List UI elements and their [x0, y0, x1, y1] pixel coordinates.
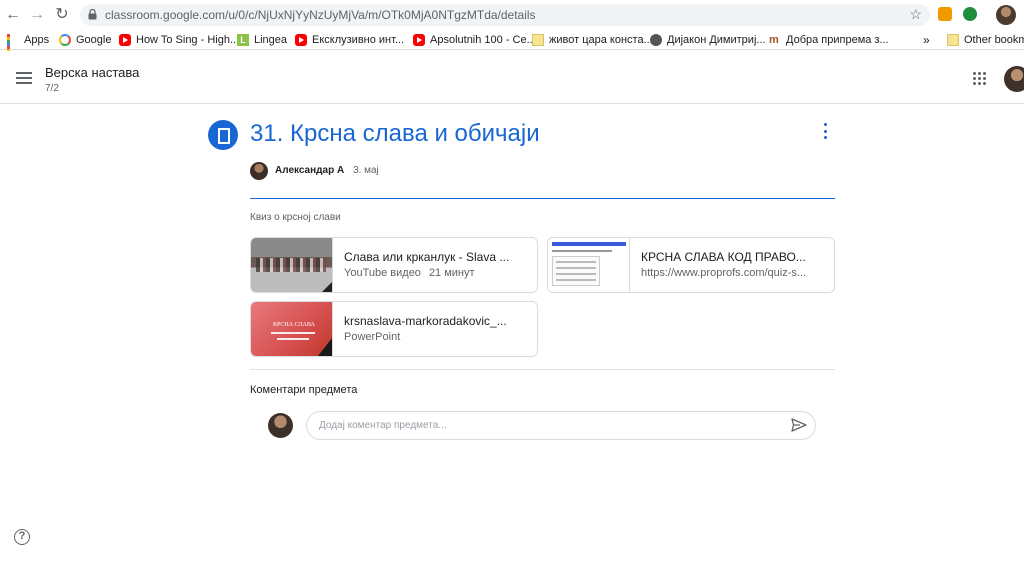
attachment-url: https://www.proprofs.com/quiz-s... — [641, 267, 807, 279]
attachment-youtube[interactable]: Слава или крканлук - Slava ... YouTube в… — [250, 237, 538, 293]
powerpoint-thumbnail: КРСНА СЛАВА — [251, 302, 333, 356]
help-icon[interactable]: ? — [14, 529, 30, 545]
browser-toolbar: ← → ↻ classroom.google.com/u/0/c/NjUxNjY… — [0, 0, 1024, 30]
bookmark-zivot-cara[interactable]: живот цара конста... — [532, 33, 653, 47]
browser-profile-avatar[interactable] — [996, 5, 1016, 25]
main-menu-icon[interactable] — [16, 72, 32, 84]
title-divider — [250, 198, 835, 199]
user-avatar — [268, 413, 293, 438]
bookmark-apsolutnih[interactable]: Apsolutnih 100 - Ce... — [413, 33, 536, 47]
bookmark-ekskluzivno[interactable]: Ексклузивно инт... — [295, 33, 404, 47]
bookmark-how-to-sing[interactable]: How To Sing - High... — [119, 33, 239, 47]
class-section: 7/2 — [45, 83, 59, 94]
attachment-subtitle: YouTube видео 21 минут — [344, 267, 475, 279]
assignment-title: 31. Крсна слава и обичаји — [250, 120, 540, 147]
bookmark-dobra-priprema[interactable]: m Добра припрема з... — [769, 33, 889, 47]
attachment-link[interactable]: КРСНА СЛАВА КОД ПРАВО... https://www.pro… — [547, 237, 835, 293]
comments-divider — [250, 369, 835, 370]
bookmark-dijakon[interactable]: Дијакон Димитриј... — [650, 33, 766, 47]
back-arrow-icon[interactable]: ← — [4, 6, 22, 24]
url-text: classroom.google.com/u/0/c/NjUxNjYyNzUyM… — [105, 8, 536, 22]
send-icon[interactable] — [791, 418, 807, 432]
extension-shield-icon[interactable] — [963, 7, 977, 21]
bookmarks-overflow-chevron[interactable]: » — [923, 33, 930, 47]
bookmark-lingea[interactable]: L Lingea — [237, 33, 287, 47]
attachment-powerpoint[interactable]: КРСНА СЛАВА krsnaslava-markoradakovic_..… — [250, 301, 538, 357]
class-name[interactable]: Верска настава — [45, 65, 139, 80]
class-comment-input[interactable] — [306, 411, 816, 440]
bookmark-star-icon[interactable]: ☆ — [909, 6, 922, 23]
bookmark-google[interactable]: Google — [59, 33, 111, 47]
youtube-thumbnail — [251, 238, 333, 292]
more-options-icon[interactable] — [822, 123, 828, 139]
forward-arrow-icon[interactable]: → — [28, 6, 46, 24]
attachment-title: КРСНА СЛАВА КОД ПРАВО... — [641, 250, 806, 264]
extension-bag-icon[interactable] — [938, 7, 952, 21]
webpage-thumbnail — [548, 238, 630, 292]
class-comments-label: Коментари предмета — [250, 384, 358, 396]
google-icon — [59, 34, 71, 46]
assignment-description: Квиз о крсној слави — [250, 212, 341, 223]
post-date: 3. мај — [353, 165, 379, 176]
address-bar[interactable]: classroom.google.com/u/0/c/NjUxNjYyNzUyM… — [80, 4, 930, 26]
google-apps-icon[interactable] — [973, 72, 986, 85]
folder-icon — [532, 34, 544, 46]
assignment-icon — [208, 120, 238, 150]
account-avatar[interactable] — [1004, 66, 1024, 92]
bookmark-other[interactable]: Other bookma — [947, 33, 1024, 47]
video-duration: 21 минут — [428, 267, 475, 279]
attachment-title: krsnaslava-markoradakovic_... — [344, 314, 507, 328]
lock-icon — [88, 9, 97, 20]
reload-icon[interactable]: ↻ — [53, 6, 71, 24]
apps-icon — [7, 34, 19, 61]
browser-menu-icon[interactable]: ⋮ — [1020, 6, 1024, 23]
bookmarks-bar: Apps Google How To Sing - High... L Ling… — [0, 30, 1024, 61]
attachment-title: Слава или крканлук - Slava ... — [344, 250, 510, 264]
lingea-icon: L — [237, 34, 249, 46]
author-name: Александар А — [275, 165, 345, 176]
youtube-icon — [413, 34, 425, 46]
m-icon: m — [769, 34, 779, 46]
attachment-subtitle: PowerPoint — [344, 331, 401, 343]
youtube-icon — [295, 34, 307, 46]
author-avatar — [250, 162, 268, 180]
youtube-icon — [119, 34, 131, 46]
folder-icon — [947, 34, 959, 46]
site-icon — [650, 34, 662, 46]
bookmark-apps[interactable]: Apps — [7, 33, 49, 61]
classroom-header: Верска настава 7/2 — [0, 51, 1024, 104]
